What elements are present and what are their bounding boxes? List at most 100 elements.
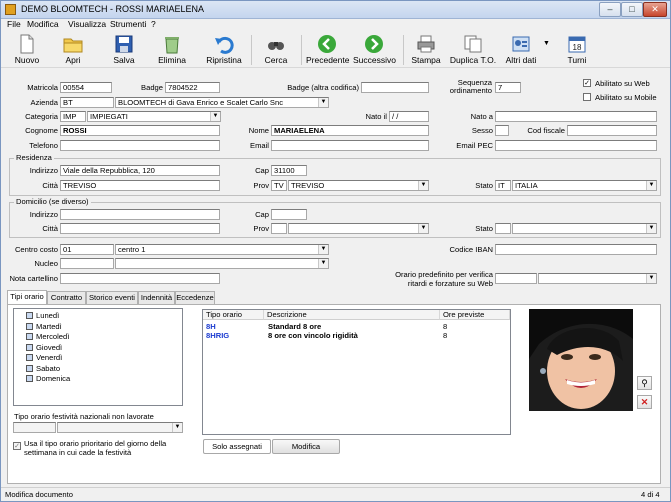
email-field[interactable]	[271, 140, 429, 151]
salva-button[interactable]: Salva	[107, 32, 141, 68]
list-item[interactable]: Sabato	[26, 364, 60, 373]
cell-tipo-orario[interactable]: 8H	[206, 322, 216, 331]
successivo-button[interactable]: Successivo	[353, 32, 396, 68]
abilitato-web-checkbox[interactable]: ✓	[583, 79, 591, 87]
menu-visualizza[interactable]: Visualizza	[68, 19, 106, 29]
abilitato-mobile-checkbox[interactable]	[583, 93, 591, 101]
res-prov-select[interactable]: TREVISO ▼	[288, 180, 429, 191]
close-button[interactable]: ✕	[643, 2, 667, 17]
nucleo-select[interactable]: ▼	[115, 258, 329, 269]
tab-storico-eventi[interactable]: Storico eventi	[86, 291, 138, 304]
azienda-code-field[interactable]: BT	[60, 97, 114, 108]
dom-citta-field[interactable]	[60, 223, 220, 234]
email-pec-field[interactable]	[495, 140, 657, 151]
nuovo-button[interactable]: Nuovo	[7, 32, 47, 68]
column-header[interactable]: Descrizione	[264, 310, 440, 320]
res-stato-code-field[interactable]: IT	[495, 180, 511, 191]
codice-iban-field[interactable]	[495, 244, 657, 255]
delete-photo-button[interactable]: ✕	[637, 395, 652, 409]
nome-field[interactable]: MARIAELENA	[271, 125, 429, 136]
tab-tipi-orario[interactable]: Tipi orario	[7, 290, 47, 305]
dom-stato-select[interactable]: ▼	[512, 223, 657, 234]
nuovo-label: Nuovo	[14, 55, 40, 65]
menu-modifica[interactable]: Modifica	[27, 19, 59, 29]
orario-pred-code-field[interactable]	[495, 273, 537, 284]
centro-costo-code-field[interactable]: 01	[60, 244, 114, 255]
orario-pred-select[interactable]: ▼	[538, 273, 657, 284]
nato-a-field[interactable]	[495, 111, 657, 122]
list-item[interactable]: Giovedì	[26, 343, 62, 352]
menu-strumenti[interactable]: Strumenti	[110, 19, 146, 29]
res-stato-select[interactable]: ITALIA ▼	[512, 180, 657, 191]
badge-alt-field[interactable]	[361, 82, 429, 93]
sequenza-field[interactable]: 7	[495, 82, 521, 93]
apri-button[interactable]: Apri	[56, 32, 90, 68]
res-prov-code-field[interactable]: TV	[271, 180, 287, 191]
sequenza-label: Sequenza ordinamento	[449, 78, 492, 95]
minimize-button[interactable]: –	[599, 2, 621, 17]
solo-assegnati-button[interactable]: Solo assegnati	[203, 439, 271, 454]
turni-label: Turni	[567, 55, 587, 65]
maximize-button[interactable]: □	[621, 2, 643, 17]
dom-indirizzo-field[interactable]	[60, 209, 220, 220]
categoria-code-field[interactable]: IMP	[60, 111, 86, 122]
elimina-button[interactable]: Elimina	[153, 32, 191, 68]
dom-prov-code-field[interactable]	[271, 223, 287, 234]
ripristina-button[interactable]: Ripristina	[204, 32, 244, 68]
employee-photo	[529, 309, 633, 411]
dom-stato-code-field[interactable]	[495, 223, 511, 234]
tab-contratto[interactable]: Contratto	[47, 291, 86, 304]
sesso-field[interactable]	[495, 125, 509, 136]
abilitato-mobile-label: Abilitato su Mobile	[595, 93, 657, 102]
festivita-select[interactable]: ▼	[57, 422, 183, 433]
cerca-button[interactable]: Cerca	[259, 32, 293, 68]
prioritario-checkbox[interactable]: ✓	[13, 442, 21, 450]
altri-dati-button[interactable]: Altri dati	[502, 32, 540, 68]
nucleo-label: Nucleo	[34, 259, 58, 268]
duplicate-icon	[464, 35, 482, 53]
res-citta-field[interactable]: TREVISO	[60, 180, 220, 191]
menu-file[interactable]: File	[7, 19, 21, 29]
list-item[interactable]: Mercoledì	[26, 332, 69, 341]
tab-indennita[interactable]: Indennità	[138, 291, 175, 304]
matricola-label: Matricola	[27, 83, 58, 92]
stampa-button[interactable]: Stampa	[409, 32, 443, 68]
precedente-button[interactable]: Precedente	[306, 32, 349, 68]
list-item[interactable]: Lunedì	[26, 311, 59, 320]
dom-prov-select[interactable]: ▼	[288, 223, 429, 234]
res-indirizzo-field[interactable]: Viale della Repubblica, 120	[60, 165, 220, 176]
menu-help[interactable]: ?	[151, 19, 156, 29]
telefono-field[interactable]	[60, 140, 220, 151]
column-header[interactable]: Tipo orario	[203, 310, 264, 320]
cognome-field[interactable]: ROSSI	[60, 125, 220, 136]
chevron-down-icon[interactable]: ▼	[543, 40, 550, 47]
search-photo-button[interactable]: ⚲	[637, 376, 652, 390]
tab-eccedenze[interactable]: Eccedenze	[175, 291, 215, 304]
day-label: Lunedì	[36, 311, 60, 320]
matricola-field[interactable]: 00554	[60, 82, 112, 93]
cell-ore-previste: 8	[443, 322, 448, 331]
cod-fiscale-field[interactable]	[567, 125, 657, 136]
window-title: DEMO BLOOMTECH - ROSSI MARIAELENA	[21, 4, 205, 14]
list-item[interactable]: Domenica	[26, 374, 70, 383]
list-item[interactable]: Martedì	[26, 322, 62, 331]
dom-prov-label: Prov	[253, 224, 269, 233]
list-item[interactable]: Venerdì	[26, 353, 62, 362]
res-cap-field[interactable]: 31100	[271, 165, 307, 176]
dom-cap-field[interactable]	[271, 209, 307, 220]
categoria-select[interactable]: IMPIEGATI ▼	[87, 111, 221, 122]
azienda-select[interactable]: BLOOMTECH di Gava Enrico e Scalet Carlo …	[115, 97, 329, 108]
duplica-button[interactable]: Duplica T.O.	[449, 32, 497, 68]
festivita-code-field[interactable]	[13, 422, 56, 433]
day-label: Giovedì	[36, 342, 63, 352]
column-header[interactable]: Ore previste	[440, 310, 510, 320]
day-label: Martedì	[36, 321, 62, 331]
centro-costo-select[interactable]: centro 1 ▼	[115, 244, 329, 255]
cell-tipo-orario[interactable]: 8HRIG	[206, 331, 229, 340]
turni-button[interactable]: 18 Turni	[561, 32, 593, 68]
nato-il-field[interactable]: / /	[389, 111, 429, 122]
nucleo-code-field[interactable]	[60, 258, 114, 269]
nota-cartellino-field[interactable]	[60, 273, 220, 284]
modifica-button[interactable]: Modifica	[272, 439, 340, 454]
badge-field[interactable]: 7804522	[165, 82, 220, 93]
